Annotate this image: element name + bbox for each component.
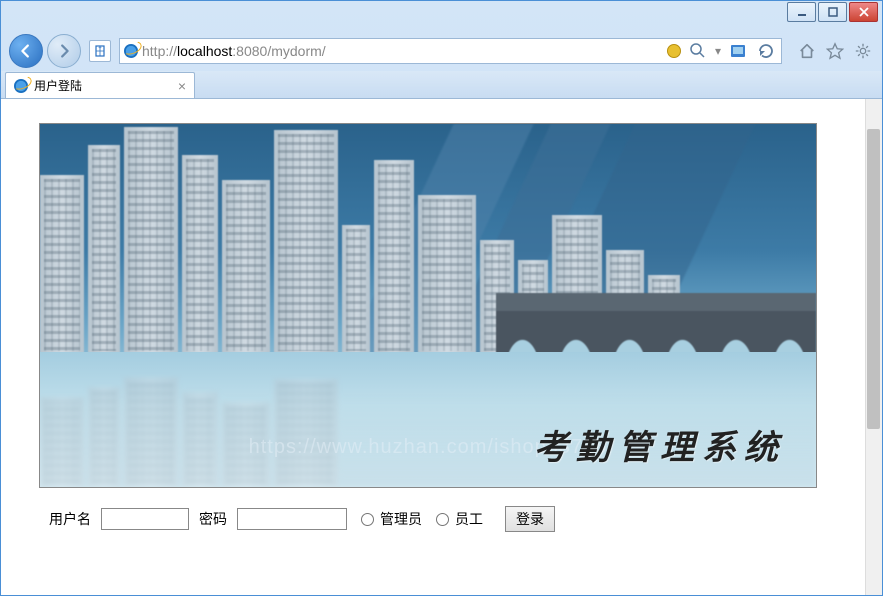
tab-title: 用户登陆 [34,77,172,94]
content-area: https://www.huzhan.com/ishop33758 考勤管理系统… [1,99,882,595]
close-button[interactable] [849,2,878,22]
role-staff-radio[interactable] [436,513,449,526]
toolbar: + http://localhost:8080/mydorm/ ▾ [1,31,882,71]
security-indicator-icon [667,44,681,58]
role-admin-option[interactable]: 管理员 [361,509,422,529]
tab-favicon-icon [14,79,28,93]
system-title: 考勤管理系统 [534,420,786,469]
login-button[interactable]: 登录 [505,506,555,532]
compat-view-icon[interactable] [727,40,749,62]
tab-close-icon[interactable]: × [178,78,186,94]
role-admin-radio[interactable] [361,513,374,526]
password-label: 密码 [199,509,227,529]
forward-button[interactable] [47,34,81,68]
role-admin-label: 管理员 [380,509,422,529]
username-input[interactable] [101,508,189,530]
refresh-icon[interactable] [755,40,777,62]
vertical-scrollbar[interactable] [865,99,882,595]
compatibility-icon[interactable]: + [89,40,111,62]
address-bar[interactable]: http://localhost:8080/mydorm/ ▾ [119,38,782,64]
password-input[interactable] [237,508,347,530]
scroll-thumb[interactable] [867,129,880,429]
search-icon[interactable] [687,40,709,62]
svg-text:+: + [98,46,102,52]
role-staff-option[interactable]: 员工 [436,509,483,529]
username-label: 用户名 [49,509,91,529]
titlebar [1,1,882,31]
ie-icon [124,44,138,58]
tab-active[interactable]: 用户登陆 × [5,72,195,98]
url-text: http://localhost:8080/mydorm/ [142,43,667,59]
back-button[interactable] [9,34,43,68]
page-body: https://www.huzhan.com/ishop33758 考勤管理系统… [1,99,882,556]
login-form: 用户名 密码 管理员 员工 登录 [39,506,844,532]
minimize-button[interactable] [787,2,816,22]
maximize-button[interactable] [818,2,847,22]
browser-window: + http://localhost:8080/mydorm/ ▾ [0,0,883,596]
tab-bar: 用户登陆 × [1,71,882,99]
home-icon[interactable] [796,40,818,62]
settings-icon[interactable] [852,40,874,62]
role-staff-label: 员工 [455,509,483,529]
favorites-icon[interactable] [824,40,846,62]
banner-image: https://www.huzhan.com/ishop33758 考勤管理系统 [39,123,817,488]
